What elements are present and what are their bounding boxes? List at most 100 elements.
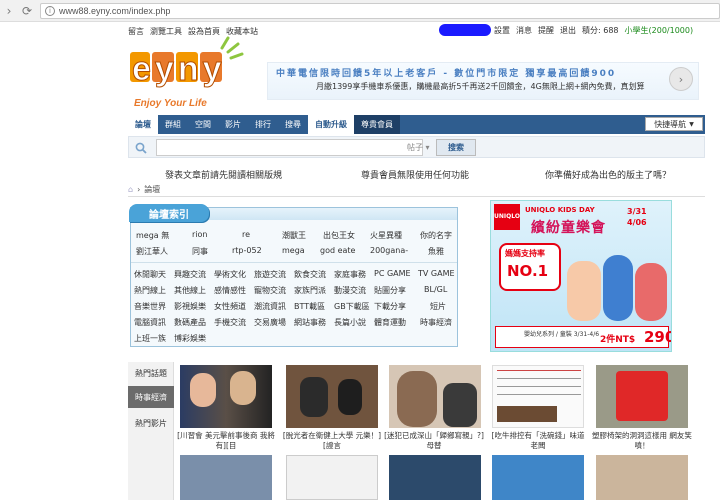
thumb-caption-5[interactable]: 塑膠椅架的洞洞這樣用 網友笑噴！ [592, 431, 692, 451]
thumb-image-5[interactable] [596, 365, 688, 428]
thumb-image-1[interactable] [180, 365, 272, 428]
tab-hot-topics[interactable]: 熱門話題 [128, 362, 174, 384]
toplink-message[interactable]: 留言 [128, 26, 144, 37]
forum-link[interactable]: rtp-052 [232, 246, 262, 255]
home-icon[interactable]: ⌂ [128, 185, 133, 194]
forum-link[interactable]: 潮獸王 [282, 230, 306, 241]
forum-link[interactable]: 網站事務 [294, 317, 326, 328]
forum-link[interactable]: TV GAME [418, 269, 455, 278]
forum-link[interactable]: GB下載區 [334, 301, 370, 312]
nav-videos[interactable]: 影片 [218, 115, 248, 134]
forum-link[interactable]: 潮流資訊 [254, 301, 286, 312]
forum-link[interactable]: 交易廣場 [254, 317, 286, 328]
thumb-caption-1[interactable]: [川習會 美元擊前事後商 我將有][目 [176, 431, 276, 451]
reload-icon[interactable]: ⟳ [18, 2, 36, 20]
forum-link[interactable]: 出包王女 [323, 230, 355, 241]
nav-forum[interactable]: 論壇 [128, 115, 158, 134]
nav-search[interactable]: 搜尋 [278, 115, 308, 134]
forum-link[interactable]: 感情感性 [214, 285, 246, 296]
forum-link[interactable]: 音樂世界 [134, 301, 166, 312]
nav-vip[interactable]: 尊貴會員 [354, 115, 400, 134]
forum-link[interactable]: 學術文化 [214, 269, 246, 280]
uniqlo-ad[interactable]: UNIQLO UNIQLO KIDS DAY 繽紛童樂會 3/31 4/06 媽… [490, 200, 672, 352]
forum-link[interactable]: 寵物交流 [254, 285, 286, 296]
notice-2[interactable]: 尊貴會員無限使用任何功能 [361, 168, 469, 181]
notice-3[interactable]: 你準備好成為出色的版主了嗎？ [545, 168, 671, 181]
forum-link[interactable]: 家庭事務 [334, 269, 366, 280]
forum-link[interactable]: 電腦資訊 [134, 317, 166, 328]
forum-link[interactable]: 貼圖分享 [374, 285, 406, 296]
toplink-set-homepage[interactable]: 設為首頁 [188, 26, 220, 37]
banner-next-icon[interactable]: › [669, 67, 693, 91]
forum-link[interactable]: 家族門派 [294, 285, 326, 296]
nav-ranking[interactable]: 排行 [248, 115, 278, 134]
search-input[interactable] [156, 139, 423, 156]
thumb-image-2[interactable] [286, 365, 378, 428]
toplink-browse-tools[interactable]: 瀏覽工具 [150, 26, 182, 37]
forum-link[interactable]: 動漫交流 [334, 285, 366, 296]
forum-link[interactable]: 數碼產品 [174, 317, 206, 328]
thumb-image-3[interactable] [389, 365, 481, 428]
forum-link[interactable]: 劉江華人 [136, 246, 168, 257]
forum-link[interactable]: 女性頻道 [214, 301, 246, 312]
tab-hot-videos[interactable]: 熱門影片 [128, 412, 174, 434]
forum-link[interactable]: 火星異種 [370, 230, 402, 241]
forum-link[interactable]: 魚雅 [428, 246, 444, 257]
forum-link[interactable]: mega [282, 246, 305, 255]
thumb-image-7[interactable] [286, 455, 378, 500]
user-reminders-link[interactable]: 提醒 [538, 25, 554, 36]
thumb-image-8[interactable] [389, 455, 481, 500]
forum-link[interactable]: 同事 [192, 246, 208, 257]
thumb-image-4[interactable] [492, 365, 584, 428]
forum-link[interactable]: 上班一族 [134, 333, 166, 344]
toplink-bookmark[interactable]: 收藏本站 [226, 26, 258, 37]
forum-link[interactable]: 熱門線上 [134, 285, 166, 296]
nav-groups[interactable]: 群組 [158, 115, 188, 134]
forum-link[interactable]: 短片 [430, 301, 446, 312]
nav-space[interactable]: 空間 [188, 115, 218, 134]
forum-link[interactable]: 體育運動 [374, 317, 406, 328]
forum-link[interactable]: 其他線上 [174, 285, 206, 296]
forum-link[interactable]: 影視娛樂 [174, 301, 206, 312]
forum-link[interactable]: BL/GL [424, 285, 447, 294]
site-logo[interactable]: eyny Enjoy Your Life [128, 36, 248, 112]
user-rank[interactable]: 小學生(200/1000) [625, 25, 694, 36]
forum-link[interactable]: 博彩娛樂 [174, 333, 206, 344]
thumb-image-6[interactable] [180, 455, 272, 500]
user-messages-link[interactable]: 消息 [516, 25, 532, 36]
forum-link[interactable]: rion [192, 230, 207, 239]
forum-link[interactable]: 你的名字 [420, 230, 452, 241]
quick-nav-button[interactable]: 快捷導航 ▼ [645, 117, 703, 131]
search-button[interactable]: 搜索 [436, 139, 476, 156]
search-scope-select[interactable]: 帖子 ▾ [407, 142, 430, 153]
notice-1[interactable]: 發表文章前請先閱讀相關版規 [165, 168, 282, 181]
user-credits[interactable]: 積分: 688 [582, 25, 619, 36]
forum-link[interactable]: 休閒聊天 [134, 269, 166, 280]
forum-link[interactable]: 手機交流 [214, 317, 246, 328]
forum-link[interactable]: BTT載區 [294, 301, 325, 312]
address-bar[interactable]: i www88.eyny.com/index.php [40, 3, 720, 19]
user-settings-link[interactable]: 設置 [494, 25, 510, 36]
forum-link[interactable]: PC GAME [374, 269, 411, 278]
thumb-image-10[interactable] [596, 455, 688, 500]
forum-link[interactable]: 時事經濟 [420, 317, 452, 328]
thumb-image-9[interactable] [492, 455, 584, 500]
top-banner-ad[interactable]: 中華電信限時回饋5年以上老客戶 - 數位門市限定 獨享最高回饋900 月繳139… [267, 62, 699, 100]
forum-link[interactable]: 長篇小說 [334, 317, 366, 328]
thumb-caption-2[interactable]: [脫光者在衛健上大學 元樂！][證言 [282, 431, 382, 451]
user-logout-link[interactable]: 退出 [560, 25, 576, 36]
forum-link[interactable]: 飲食交流 [294, 269, 326, 280]
forum-link[interactable]: 旅遊交流 [254, 269, 286, 280]
thumb-caption-3[interactable]: [迷犯已成深山「歸鄉寫親」?] 母替 [384, 431, 484, 451]
forum-link[interactable]: re [242, 230, 250, 239]
forum-link[interactable]: 下載分享 [374, 301, 406, 312]
forum-link[interactable]: 興趣交流 [174, 269, 206, 280]
forum-link[interactable]: god eate [320, 246, 355, 255]
thumb-caption-4[interactable]: [吃牛排控有「洗碗錢」味道 老闆 [488, 431, 588, 451]
forum-link[interactable]: 200gana- [370, 246, 408, 255]
nav-auto-upgrade[interactable]: 自動升級 [308, 115, 354, 134]
forum-link[interactable]: mega 無 [136, 230, 169, 241]
tab-current-affairs[interactable]: 時事經濟 [128, 386, 174, 408]
breadcrumb-forum[interactable]: 論壇 [144, 184, 160, 195]
forward-icon[interactable]: › [0, 2, 18, 20]
